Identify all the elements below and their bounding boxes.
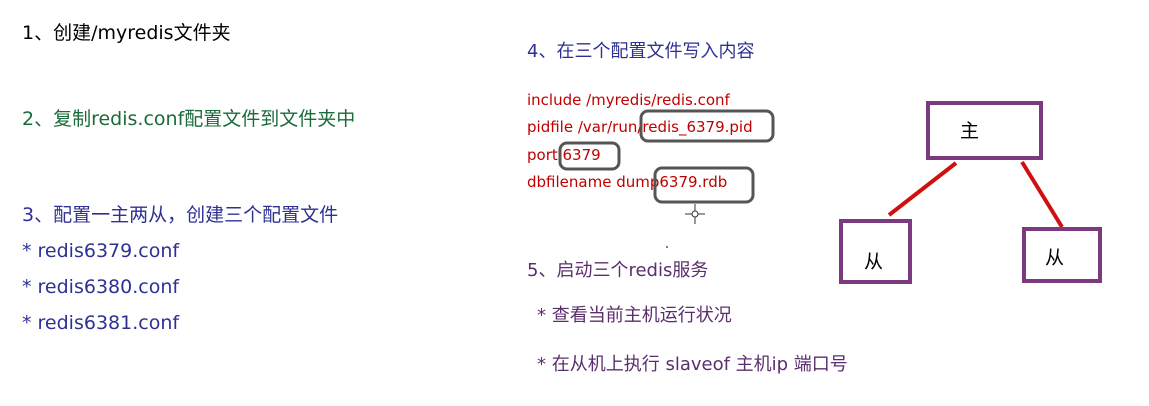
slave-node-left: 从	[839, 219, 912, 284]
master-node-label: 主	[960, 120, 979, 142]
link-master-slave-left	[887, 161, 958, 217]
master-node: 主	[926, 101, 1043, 160]
slave-node-left-label: 从	[864, 251, 883, 273]
crosshair-cursor-icon	[685, 204, 705, 224]
highlight-dbfilename	[653, 166, 755, 204]
slave-node-right-label: 从	[1045, 247, 1064, 269]
stray-dot	[666, 246, 668, 248]
slave-node-right: 从	[1022, 227, 1102, 283]
highlight-pidfile	[639, 109, 775, 143]
link-master-slave-right	[1020, 160, 1064, 229]
highlight-port	[558, 141, 621, 171]
annotation-layer: 主 从 从	[558, 101, 1102, 284]
